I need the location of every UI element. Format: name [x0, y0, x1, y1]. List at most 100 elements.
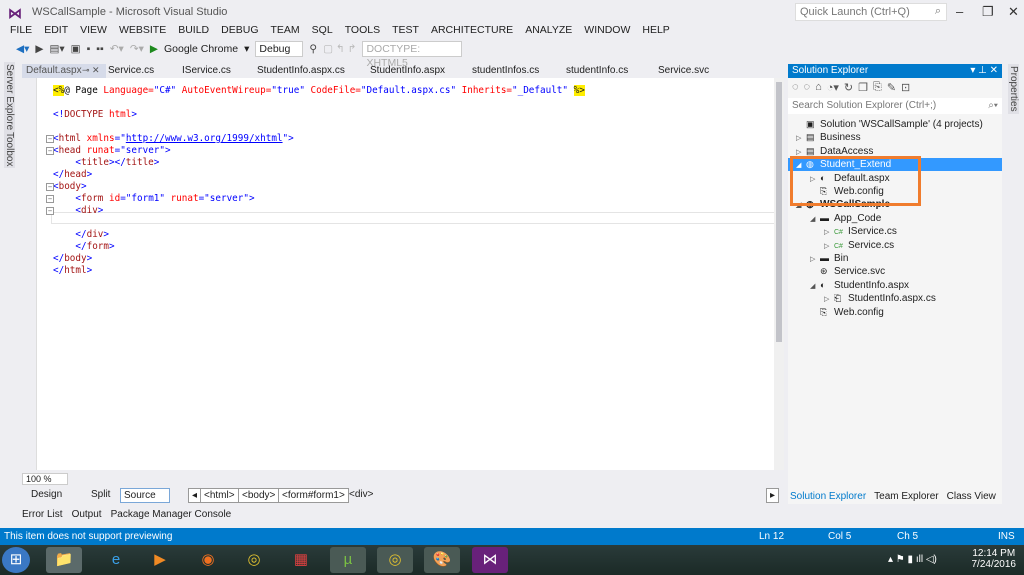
browser-selector[interactable]: Google Chrome	[164, 43, 238, 55]
menu-view[interactable]: VIEW	[74, 24, 113, 38]
solution-search-input[interactable]: Search Solution Explorer (Ctrl+;) ⌕▾	[788, 98, 1002, 114]
apps-taskbar-icon[interactable]: ▦	[283, 547, 319, 573]
forward-icon[interactable]: ◌	[804, 81, 811, 95]
bottom-tab-error-list[interactable]: Error List	[22, 509, 63, 520]
utorrent-taskbar-icon[interactable]: µ	[330, 547, 366, 573]
chrome-window-taskbar-icon[interactable]: ◎	[377, 547, 413, 573]
tab-studentinfos-cs[interactable]: studentInfos.cs	[472, 64, 539, 78]
format-icons[interactable]: ▢ ↰ ↱	[323, 43, 356, 55]
tree-node[interactable]: ▷ ▤ Business	[788, 131, 1002, 144]
tree-node[interactable]: ▣ Solution 'WSCallSample' (4 projects)	[788, 118, 1002, 131]
redo-icon[interactable]: ↷▾	[130, 43, 144, 55]
menu-team[interactable]: TEAM	[265, 24, 306, 38]
tree-node[interactable]: ◢ ◐ StudentInfo.aspx	[788, 279, 1002, 292]
tree-node[interactable]: ◢ ▬ App_Code	[788, 212, 1002, 225]
se-tab-solution-explorer[interactable]: Solution Explorer	[790, 491, 866, 502]
preview-icon[interactable]: ⊡	[901, 81, 910, 95]
paint-taskbar-icon[interactable]: 🎨	[424, 547, 460, 573]
firefox-taskbar-icon[interactable]: ◉	[190, 547, 226, 573]
open-icon[interactable]: ▣	[71, 43, 81, 55]
new-project-icon[interactable]: ▤▾	[49, 43, 64, 55]
tree-node[interactable]: ▷ C# Service.cs	[788, 239, 1002, 252]
collapsed-arrow-icon[interactable]: ▷	[824, 293, 834, 306]
breadcrumb-item[interactable]: <html>	[200, 488, 239, 503]
panel-controls-icons[interactable]: ▾ ⊥ ✕	[970, 65, 998, 76]
tree-node[interactable]: ▷ C# IService.cs	[788, 225, 1002, 238]
forward-icon[interactable]: ▶	[35, 43, 43, 55]
breadcrumb-item[interactable]: <div>	[346, 488, 376, 503]
save-icon[interactable]: ▪	[87, 43, 91, 55]
tab-service-cs[interactable]: Service.cs	[108, 64, 154, 78]
code-editor[interactable]: <%@ Page Language="C#" AutoEventWireup="…	[36, 78, 775, 470]
menu-architecture[interactable]: ARCHITECTURE	[425, 24, 519, 38]
breadcrumb-next[interactable]: ▸	[766, 488, 780, 503]
menu-tools[interactable]: TOOLS	[339, 24, 386, 38]
quick-launch-input[interactable]: Quick Launch (Ctrl+Q) ⌕	[795, 3, 947, 21]
tab-studentinfo-aspx[interactable]: StudentInfo.aspx	[370, 64, 445, 78]
breadcrumb-item[interactable]: <form#form1>	[278, 488, 349, 503]
tree-node[interactable]: ▷ ⎗ StudentInfo.aspx.cs	[788, 292, 1002, 305]
expanded-arrow-icon[interactable]: ◢	[810, 280, 820, 293]
se-tab-team-explorer[interactable]: Team Explorer	[874, 491, 938, 502]
menu-debug[interactable]: DEBUG	[215, 24, 264, 38]
split-view-button[interactable]: Split	[88, 488, 113, 503]
chrome-taskbar-icon[interactable]: ◎	[236, 547, 272, 573]
menu-window[interactable]: WINDOW	[578, 24, 636, 38]
doctype-select[interactable]: DOCTYPE: XHTML5	[362, 41, 463, 69]
vertical-scrollbar[interactable]	[774, 78, 784, 470]
bottom-tab-output[interactable]: Output	[72, 509, 102, 520]
fold-toggle-icon[interactable]: −	[46, 147, 54, 155]
restore-button[interactable]: ❐	[982, 4, 994, 20]
collapsed-arrow-icon[interactable]: ▷	[796, 132, 806, 145]
collapsed-arrow-icon[interactable]: ▷	[824, 240, 834, 253]
run-icon[interactable]: ▶	[150, 43, 158, 55]
fold-toggle-icon[interactable]: −	[46, 195, 54, 203]
clock[interactable]: 12:14 PM 7/24/2016	[972, 548, 1017, 570]
fold-toggle-icon[interactable]: −	[46, 183, 54, 191]
menu-test[interactable]: TEST	[386, 24, 425, 38]
pending-changes-icon[interactable]: ◔▾	[827, 81, 839, 95]
undo-icon[interactable]: ↶▾	[110, 43, 124, 55]
tab-studentinfo-aspx-cs[interactable]: StudentInfo.aspx.cs	[257, 64, 345, 78]
pin-close-icons[interactable]: ⊸ ✕	[82, 65, 100, 76]
tree-node[interactable]: ⊛ Service.svc	[788, 265, 1002, 278]
system-tray-icons[interactable]: ▴ ⚑ ▮ ıll ◁)	[888, 554, 937, 565]
menu-build[interactable]: BUILD	[172, 24, 215, 38]
tree-node[interactable]: ⎘ Web.config	[788, 306, 1002, 319]
tab-studentinfo-cs[interactable]: studentInfo.cs	[566, 64, 628, 78]
collapsed-arrow-icon[interactable]: ▷	[810, 253, 820, 266]
configuration-select[interactable]: Debug	[255, 41, 304, 57]
start-button-icon[interactable]: ⊞	[2, 547, 30, 573]
bottom-tab-package-manager-console[interactable]: Package Manager Console	[111, 509, 232, 520]
tab-iservice-cs[interactable]: IService.cs	[182, 64, 231, 78]
refresh-icon[interactable]: ↻	[844, 81, 853, 95]
attach-icon[interactable]: ⚲	[309, 43, 317, 55]
properties-icon[interactable]: ✎	[887, 81, 896, 95]
explorer-taskbar-icon[interactable]: 📁	[46, 547, 82, 573]
home-icon[interactable]: ⌂	[815, 81, 822, 95]
source-view-button[interactable]: Source	[120, 488, 170, 503]
save-all-icon[interactable]: ▪▪	[96, 43, 103, 55]
menu-website[interactable]: WEBSITE	[113, 24, 172, 38]
media-player-taskbar-icon[interactable]: ▶	[142, 547, 178, 573]
menu-help[interactable]: HELP	[636, 24, 675, 38]
menu-file[interactable]: FILE	[4, 24, 38, 38]
menu-sql[interactable]: SQL	[306, 24, 339, 38]
fold-toggle-icon[interactable]: −	[46, 207, 54, 215]
visual-studio-taskbar-icon[interactable]: ⋈	[472, 547, 508, 573]
fold-toggle-icon[interactable]: −	[46, 135, 54, 143]
zoom-select[interactable]: 100 %	[22, 473, 68, 485]
collapsed-arrow-icon[interactable]: ▷	[824, 226, 834, 239]
tab-service-svc[interactable]: Service.svc	[658, 64, 709, 78]
tree-node[interactable]: ▷ ▬ Bin	[788, 252, 1002, 265]
scrollbar-thumb[interactable]	[776, 82, 782, 342]
server-explorer-tab[interactable]: Server Explorer	[4, 62, 15, 136]
se-tab-class-view[interactable]: Class View	[947, 491, 996, 502]
expanded-arrow-icon[interactable]: ◢	[810, 213, 820, 226]
design-view-button[interactable]: Design	[28, 488, 65, 503]
ie-taskbar-icon[interactable]: e	[98, 547, 134, 573]
show-all-files-icon[interactable]: ⎘	[873, 81, 882, 95]
menu-edit[interactable]: EDIT	[38, 24, 74, 38]
breadcrumb-item[interactable]: <body>	[238, 488, 280, 503]
menu-analyze[interactable]: ANALYZE	[519, 24, 578, 38]
